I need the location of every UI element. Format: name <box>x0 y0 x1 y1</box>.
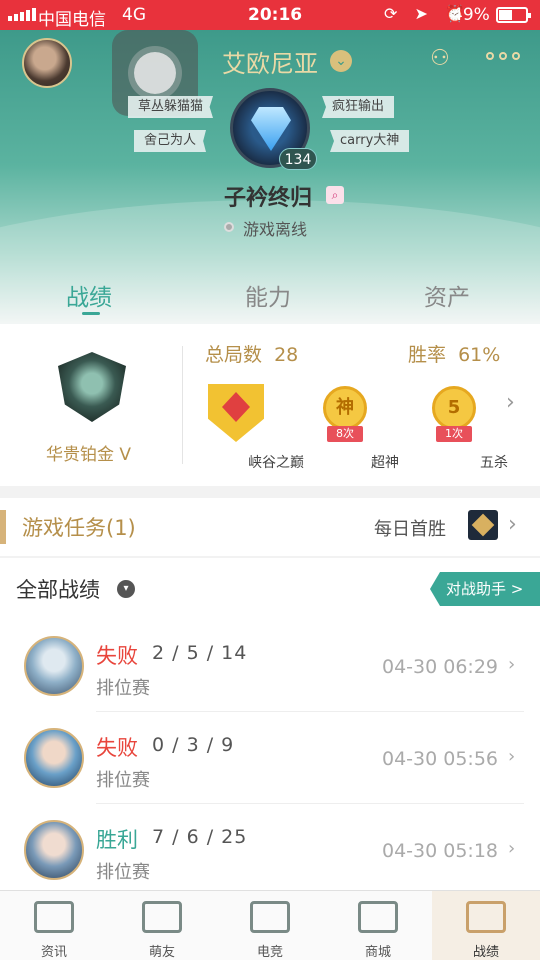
nav-news[interactable]: 资讯 <box>0 891 108 960</box>
battery-percent: 49% <box>452 5 490 25</box>
chevron-right-icon: › <box>508 512 517 537</box>
book-icon <box>34 901 74 933</box>
status-bar: 中国电信 4G 20:16 ⟳ ➤ ⏰ 49% <box>0 0 540 30</box>
tab-assets[interactable]: 资产 <box>424 278 470 312</box>
platinum-rank-icon[interactable] <box>58 352 126 422</box>
nav-esports[interactable]: 电竞 <box>216 891 324 960</box>
stats-card: 华贵铂金 V 总局数 28 胜率 61% 峡谷之巅 神 8次 超神 5 1次 五… <box>0 324 540 486</box>
server-name[interactable]: 艾欧尼亚 <box>222 44 318 79</box>
hero-avatar <box>24 728 84 788</box>
hero-avatar <box>24 636 84 696</box>
match-mode: 排位赛 <box>96 770 150 791</box>
chevron-down-icon[interactable]: ▾ <box>117 580 135 598</box>
match-list: 失败 2 / 5 / 14 排位赛 04-30 06:29 › 失败 0 / 3… <box>0 620 540 890</box>
summit-badge-icon <box>208 384 264 442</box>
match-mode: 排位赛 <box>96 862 150 883</box>
nav-label: 战绩 <box>472 945 499 960</box>
achievement-count: 8次 <box>327 426 363 442</box>
match-time: 04-30 05:18 <box>382 840 499 862</box>
rank-label: 华贵铂金 V <box>46 445 132 465</box>
nav-label: 电竞 <box>256 945 283 960</box>
match-result: 失败 <box>96 736 138 760</box>
chevron-right-icon: › <box>508 838 516 859</box>
pentakill-badge-icon: 5 1次 <box>426 384 482 442</box>
carrier-label: 中国电信 <box>38 10 106 30</box>
battle-assistant-button[interactable]: 对战助手 > <box>430 572 540 606</box>
profile-card-icon[interactable]: ⚇ <box>430 46 462 74</box>
legendary-badge-icon: 神 8次 <box>317 384 373 442</box>
tag-crazy-damage: 疯狂输出 <box>322 96 395 118</box>
tab-indicator <box>82 312 100 315</box>
achievement-item[interactable]: 峡谷之巅 <box>196 384 304 471</box>
match-result: 失败 <box>96 644 138 668</box>
shield-icon <box>250 901 290 933</box>
achievement-name: 五杀 <box>480 455 508 471</box>
heart-chat-icon <box>142 901 182 933</box>
match-row[interactable]: 胜利 7 / 6 / 25 排位赛 04-30 05:18 › <box>0 804 540 896</box>
nav-label: 萌友 <box>148 945 175 960</box>
tab-ability[interactable]: 能力 <box>245 278 291 312</box>
achievement-count: 1次 <box>436 426 472 442</box>
records-header: 全部战绩 ▾ 对战助手 > <box>0 558 540 620</box>
tag-carry: carry大神 <box>330 130 410 152</box>
bottom-nav: 资讯 萌友 电竞 商城 战绩 <box>0 890 540 960</box>
winrate-value: 61% <box>458 344 501 366</box>
player-name: 子衿终归 <box>224 186 313 211</box>
task-right-label: 每日首胜 <box>374 519 446 540</box>
match-mode: 排位赛 <box>96 678 150 699</box>
total-matches: 总局数 28 <box>205 340 298 367</box>
more-icon[interactable] <box>486 52 520 60</box>
achievement-item[interactable]: 5 1次 五杀 <box>414 384 508 471</box>
accent-bar <box>0 510 6 544</box>
nav-friends[interactable]: 萌友 <box>108 891 216 960</box>
achievement-name: 超神 <box>371 455 399 471</box>
chevron-down-icon[interactable]: ⌄ <box>330 50 352 72</box>
nav-records[interactable]: 战绩 <box>432 891 540 960</box>
match-time: 04-30 05:56 <box>382 748 499 770</box>
matches-label: 总局数 <box>205 344 263 366</box>
nav-store[interactable]: 商城 <box>324 891 432 960</box>
match-row[interactable]: 失败 2 / 5 / 14 排位赛 04-30 06:29 › <box>0 620 540 712</box>
chevron-right-icon: › <box>508 654 516 675</box>
tag-hide-in-bush: 草丛躲猫猫 <box>128 96 214 118</box>
match-kda: 2 / 5 / 14 <box>152 642 248 664</box>
offline-dot-icon <box>224 222 234 232</box>
avatar[interactable] <box>22 38 72 88</box>
divider <box>182 346 183 464</box>
achievement-name: 峡谷之巅 <box>248 455 304 471</box>
battery-icon <box>496 7 531 23</box>
records-icon <box>466 901 506 933</box>
badge-glyph: 5 <box>432 386 476 430</box>
level-badge: 134 <box>279 148 317 170</box>
game-task-row[interactable]: 游戏任务(1) 每日首胜 › <box>0 498 540 556</box>
daily-win-icon <box>468 510 498 540</box>
nav-label: 资讯 <box>40 945 67 960</box>
tab-records[interactable]: 战绩 <box>66 278 112 312</box>
chevron-right-icon: › <box>508 746 516 767</box>
task-title: 游戏任务(1) <box>22 516 136 540</box>
shop-icon <box>358 901 398 933</box>
nav-label: 商城 <box>364 945 391 960</box>
records-title[interactable]: 全部战绩 <box>16 574 100 604</box>
match-kda: 7 / 6 / 25 <box>152 826 248 848</box>
network-label: 4G <box>122 5 146 25</box>
clock: 20:16 <box>248 5 303 25</box>
match-result: 胜利 <box>96 828 138 852</box>
match-time: 04-30 06:29 <box>382 656 499 678</box>
search-icon[interactable]: ⌕ <box>326 186 344 204</box>
hero-avatar <box>24 820 84 880</box>
tab-bar: 战绩 能力 资产 <box>0 278 540 324</box>
win-rate: 胜率 61% <box>408 340 500 367</box>
badge-glyph: 神 <box>323 386 367 430</box>
chevron-right-icon[interactable]: › <box>506 390 515 415</box>
matches-value: 28 <box>274 344 299 366</box>
signal-icon <box>8 8 36 21</box>
match-kda: 0 / 3 / 9 <box>152 734 235 756</box>
achievement-item[interactable]: 神 8次 超神 <box>305 384 399 471</box>
tag-selfless: 舍己为人 <box>134 130 207 152</box>
match-row[interactable]: 失败 0 / 3 / 9 排位赛 04-30 05:56 › <box>0 712 540 804</box>
winrate-label: 胜率 <box>408 344 447 366</box>
online-status: 游戏离线 <box>243 220 308 239</box>
